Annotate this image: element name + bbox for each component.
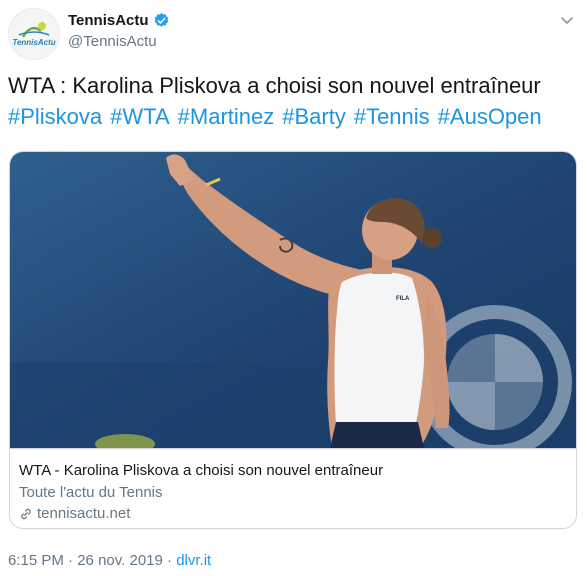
hashtag-link[interactable]: #Tennis	[354, 104, 430, 129]
author-display-name[interactable]: TennisActu	[68, 12, 149, 29]
card-domain[interactable]: tennisactu.net	[19, 505, 130, 522]
tennis-player-photo: FILA	[10, 152, 576, 459]
card-description: Toute l'actu du Tennis	[19, 484, 163, 501]
tweet-text: WTA : Karolina Pliskova a choisi son nou…	[8, 70, 578, 132]
hashtag-link[interactable]: #Pliskova	[8, 104, 102, 129]
hashtag-link[interactable]: #WTA	[110, 104, 169, 129]
tweet-date[interactable]: 26 nov. 2019	[77, 552, 163, 569]
tweet-time[interactable]: 6:15 PM	[8, 552, 64, 569]
author-handle[interactable]: @TennisActu	[68, 33, 157, 50]
tweet-meta: 6:15 PM · 26 nov. 2019 · dlvr.it	[8, 552, 211, 569]
link-icon	[21, 508, 31, 519]
tennisactu-logo: TennisActu	[9, 9, 59, 59]
tweet-body: WTA : Karolina Pliskova a choisi son nou…	[8, 73, 541, 98]
hashtag-link[interactable]: #AusOpen	[438, 104, 542, 129]
chevron-down-icon[interactable]	[559, 12, 575, 28]
meta-separator: ·	[63, 552, 78, 569]
hashtag-link[interactable]: #Barty	[282, 104, 346, 129]
hashtag-list: #Pliskova #WTA #Martinez #Barty #Tennis #AusO…	[8, 101, 578, 132]
card-body[interactable]: WTA - Karolina Pliskova a choisi son nou…	[10, 448, 576, 528]
card-title[interactable]: WTA - Karolina Pliskova a choisi son nou…	[19, 462, 383, 479]
hashtag-link[interactable]: #Martinez	[178, 104, 275, 129]
tweet-source-link[interactable]: dlvr.it	[176, 552, 211, 569]
svg-text:FILA: FILA	[396, 296, 410, 302]
avatar[interactable]: TennisActu	[8, 8, 60, 60]
card-domain-text: tennisactu.net	[37, 505, 131, 522]
card-image[interactable]: FILA	[10, 152, 576, 459]
author-name-row: TennisActu	[68, 12, 170, 29]
meta-separator: ·	[162, 552, 177, 569]
svg-text:TennisActu: TennisActu	[12, 38, 55, 47]
verified-badge-icon	[153, 12, 170, 29]
link-preview-card[interactable]: FILA WTA - Karolina Pliskova a choisi so…	[9, 151, 577, 529]
